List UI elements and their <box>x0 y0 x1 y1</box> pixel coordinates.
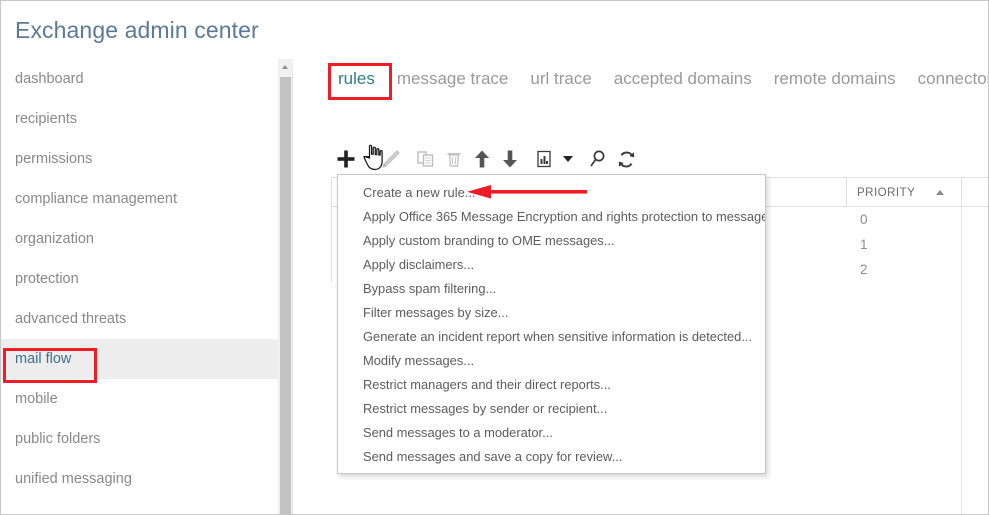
menu-item-apply-disclaimers[interactable]: Apply disclaimers... <box>338 253 765 277</box>
menu-item-bypass-spam-filtering[interactable]: Bypass spam filtering... <box>338 277 765 301</box>
sidebar-item-label: mail flow <box>15 351 72 367</box>
sidebar-item-mobile[interactable]: mobile <box>1 379 278 419</box>
sidebar-item-label: unified messaging <box>15 471 132 487</box>
column-header-label: PRIORITY <box>857 186 916 199</box>
tab-rules[interactable]: rules <box>329 69 386 89</box>
move-down-arrow-icon[interactable] <box>496 144 524 174</box>
tab-url-trace[interactable]: url trace <box>519 69 602 89</box>
menu-item-restrict-managers-direct-reports[interactable]: Restrict managers and their direct repor… <box>338 373 765 397</box>
menu-item-filter-messages-by-size[interactable]: Filter messages by size... <box>338 301 765 325</box>
cell-priority: 2 <box>860 262 868 277</box>
sidebar-item-label: protection <box>15 271 79 287</box>
report-icon[interactable] <box>530 144 558 174</box>
sidebar-item-label: public folders <box>15 431 101 447</box>
sidebar-item-label: dashboard <box>15 71 84 87</box>
tab-bar: rules message trace url trace accepted d… <box>329 69 988 89</box>
sidebar-item-label: compliance management <box>15 191 178 207</box>
edit-pencil-icon <box>376 144 406 174</box>
menu-item-generate-incident-report[interactable]: Generate an incident report when sensiti… <box>338 325 765 349</box>
menu-item-send-messages-to-moderator[interactable]: Send messages to a moderator... <box>338 421 765 445</box>
sidebar-item-label: permissions <box>15 151 93 167</box>
sidebar-item-label: organization <box>15 231 94 247</box>
sort-ascending-icon <box>936 190 944 195</box>
sidebar-item-advanced-threats[interactable]: advanced threats <box>1 299 278 339</box>
cell-priority: 1 <box>860 237 868 252</box>
menu-item-modify-messages[interactable]: Modify messages... <box>338 349 765 373</box>
copy-icon <box>412 144 440 174</box>
menu-item-apply-custom-branding-ome[interactable]: Apply custom branding to OME messages... <box>338 229 765 253</box>
column-header-priority[interactable]: PRIORITY <box>847 178 962 207</box>
sidebar-item-label: mobile <box>15 391 58 407</box>
sidebar-nav: dashboard recipients permissions complia… <box>1 59 278 514</box>
sidebar-scrollbar[interactable] <box>278 59 293 514</box>
exchange-admin-center-window: Exchange admin center dashboard recipien… <box>0 0 989 515</box>
menu-item-send-messages-save-copy-review[interactable]: Send messages and save a copy for review… <box>338 445 765 469</box>
sidebar-item-label: advanced threats <box>15 311 127 327</box>
sidebar-item-unified-messaging[interactable]: unified messaging <box>1 459 278 499</box>
sidebar-item-mail-flow[interactable]: mail flow <box>1 339 278 379</box>
menu-item-create-a-new-rule[interactable]: Create a new rule... <box>338 181 765 205</box>
refresh-icon[interactable] <box>612 144 640 174</box>
sidebar-item-permissions[interactable]: permissions <box>1 139 278 179</box>
chevron-down-icon[interactable] <box>558 144 578 174</box>
cell-priority: 0 <box>860 212 868 227</box>
page-title: Exchange admin center <box>15 17 259 43</box>
sidebar-item-compliance-management[interactable]: compliance management <box>1 179 278 219</box>
command-toolbar <box>332 141 640 177</box>
scrollbar-thumb[interactable] <box>280 77 291 514</box>
delete-trash-icon <box>440 144 468 174</box>
menu-item-apply-ome-rights-protection[interactable]: Apply Office 365 Message Encryption and … <box>338 205 765 229</box>
sidebar-item-public-folders[interactable]: public folders <box>1 419 278 459</box>
tab-message-trace[interactable]: message trace <box>386 69 520 89</box>
sidebar-item-protection[interactable]: protection <box>1 259 278 299</box>
menu-item-restrict-messages-by-sender-recipient[interactable]: Restrict messages by sender or recipient… <box>338 397 765 421</box>
search-icon[interactable] <box>584 144 612 174</box>
sidebar-item-dashboard[interactable]: dashboard <box>1 59 278 99</box>
chevron-down-icon[interactable] <box>360 144 376 174</box>
new-rule-dropdown-menu: Create a new rule... Apply Office 365 Me… <box>337 174 766 474</box>
tab-accepted-domains[interactable]: accepted domains <box>603 69 763 89</box>
caret-up-icon[interactable] <box>278 59 293 75</box>
tab-remote-domains[interactable]: remote domains <box>763 69 907 89</box>
column-divider <box>331 178 332 206</box>
move-up-arrow-icon[interactable] <box>468 144 496 174</box>
tab-connectors[interactable]: connectors <box>907 69 988 89</box>
add-icon[interactable] <box>332 144 360 174</box>
sidebar-item-recipients[interactable]: recipients <box>1 99 278 139</box>
sidebar-item-organization[interactable]: organization <box>1 219 278 259</box>
sidebar-item-label: recipients <box>15 111 78 127</box>
